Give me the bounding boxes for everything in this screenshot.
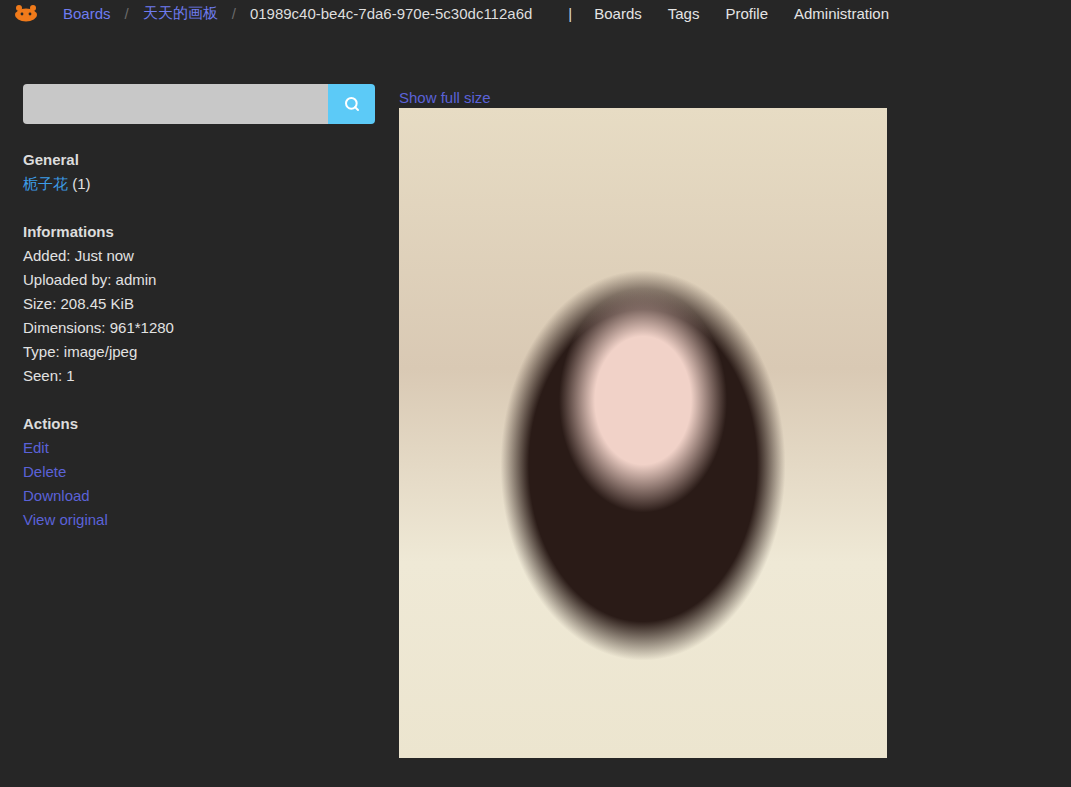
search-bar bbox=[23, 84, 375, 124]
show-full-size-link[interactable]: Show full size bbox=[399, 87, 887, 108]
info-line: Added: Just now bbox=[23, 244, 375, 268]
section-title: Informations bbox=[23, 220, 375, 244]
search-icon bbox=[344, 96, 360, 112]
content: General栀子花 (1)InformationsAdded: Just no… bbox=[0, 26, 1071, 758]
top-nav: Boards / 天天的画板 / 01989c40-be4c-7da6-970e-5c3… bbox=[0, 0, 1071, 26]
sidebar-section: ActionsEditDeleteDownloadView original bbox=[23, 412, 375, 532]
logo-icon[interactable] bbox=[13, 4, 39, 22]
tag-count: (1) bbox=[72, 175, 90, 192]
action-link[interactable]: Download bbox=[23, 484, 375, 508]
action-link[interactable]: View original bbox=[23, 508, 375, 532]
nav-link[interactable]: Profile bbox=[725, 5, 768, 22]
info-line: Type: image/jpeg bbox=[23, 340, 375, 364]
search-button[interactable] bbox=[328, 84, 375, 124]
info-line: Seen: 1 bbox=[23, 364, 375, 388]
nav-links: Boards Tags Profile Administration bbox=[594, 5, 889, 22]
page: Boards / 天天的画板 / 01989c40-be4c-7da6-970e-5c3… bbox=[0, 0, 1071, 787]
section-title: General bbox=[23, 148, 375, 172]
info-line: Dimensions: 961*1280 bbox=[23, 316, 375, 340]
breadcrumb[interactable]: 天天的画板 bbox=[143, 4, 218, 23]
nav-link[interactable]: Boards bbox=[594, 5, 642, 22]
info-line: Size: 208.45 KiB bbox=[23, 292, 375, 316]
breadcrumb[interactable]: Boards bbox=[63, 5, 111, 22]
breadcrumb: 01989c40-be4c-7da6-970e-5c30dc112a6d bbox=[250, 5, 532, 22]
nav-divider: | bbox=[568, 5, 572, 22]
tag-link[interactable]: 栀子花 bbox=[23, 175, 68, 192]
breadcrumb-separator: / bbox=[125, 5, 129, 22]
action-link[interactable]: Delete bbox=[23, 460, 375, 484]
tag-row: 栀子花 (1) bbox=[23, 172, 375, 196]
viewer: Show full size bbox=[399, 84, 887, 758]
breadcrumb-separator: / bbox=[232, 5, 236, 22]
action-link[interactable]: Edit bbox=[23, 436, 375, 460]
search-input[interactable] bbox=[23, 84, 328, 124]
sidebar-section: InformationsAdded: Just nowUploaded by: … bbox=[23, 220, 375, 388]
photo[interactable] bbox=[399, 108, 887, 758]
info-line: Uploaded by: admin bbox=[23, 268, 375, 292]
nav-link[interactable]: Tags bbox=[668, 5, 700, 22]
nav-link[interactable]: Administration bbox=[794, 5, 889, 22]
sidebar-section: General栀子花 (1) bbox=[23, 148, 375, 196]
sidebar: General栀子花 (1)InformationsAdded: Just no… bbox=[23, 84, 375, 758]
section-title: Actions bbox=[23, 412, 375, 436]
